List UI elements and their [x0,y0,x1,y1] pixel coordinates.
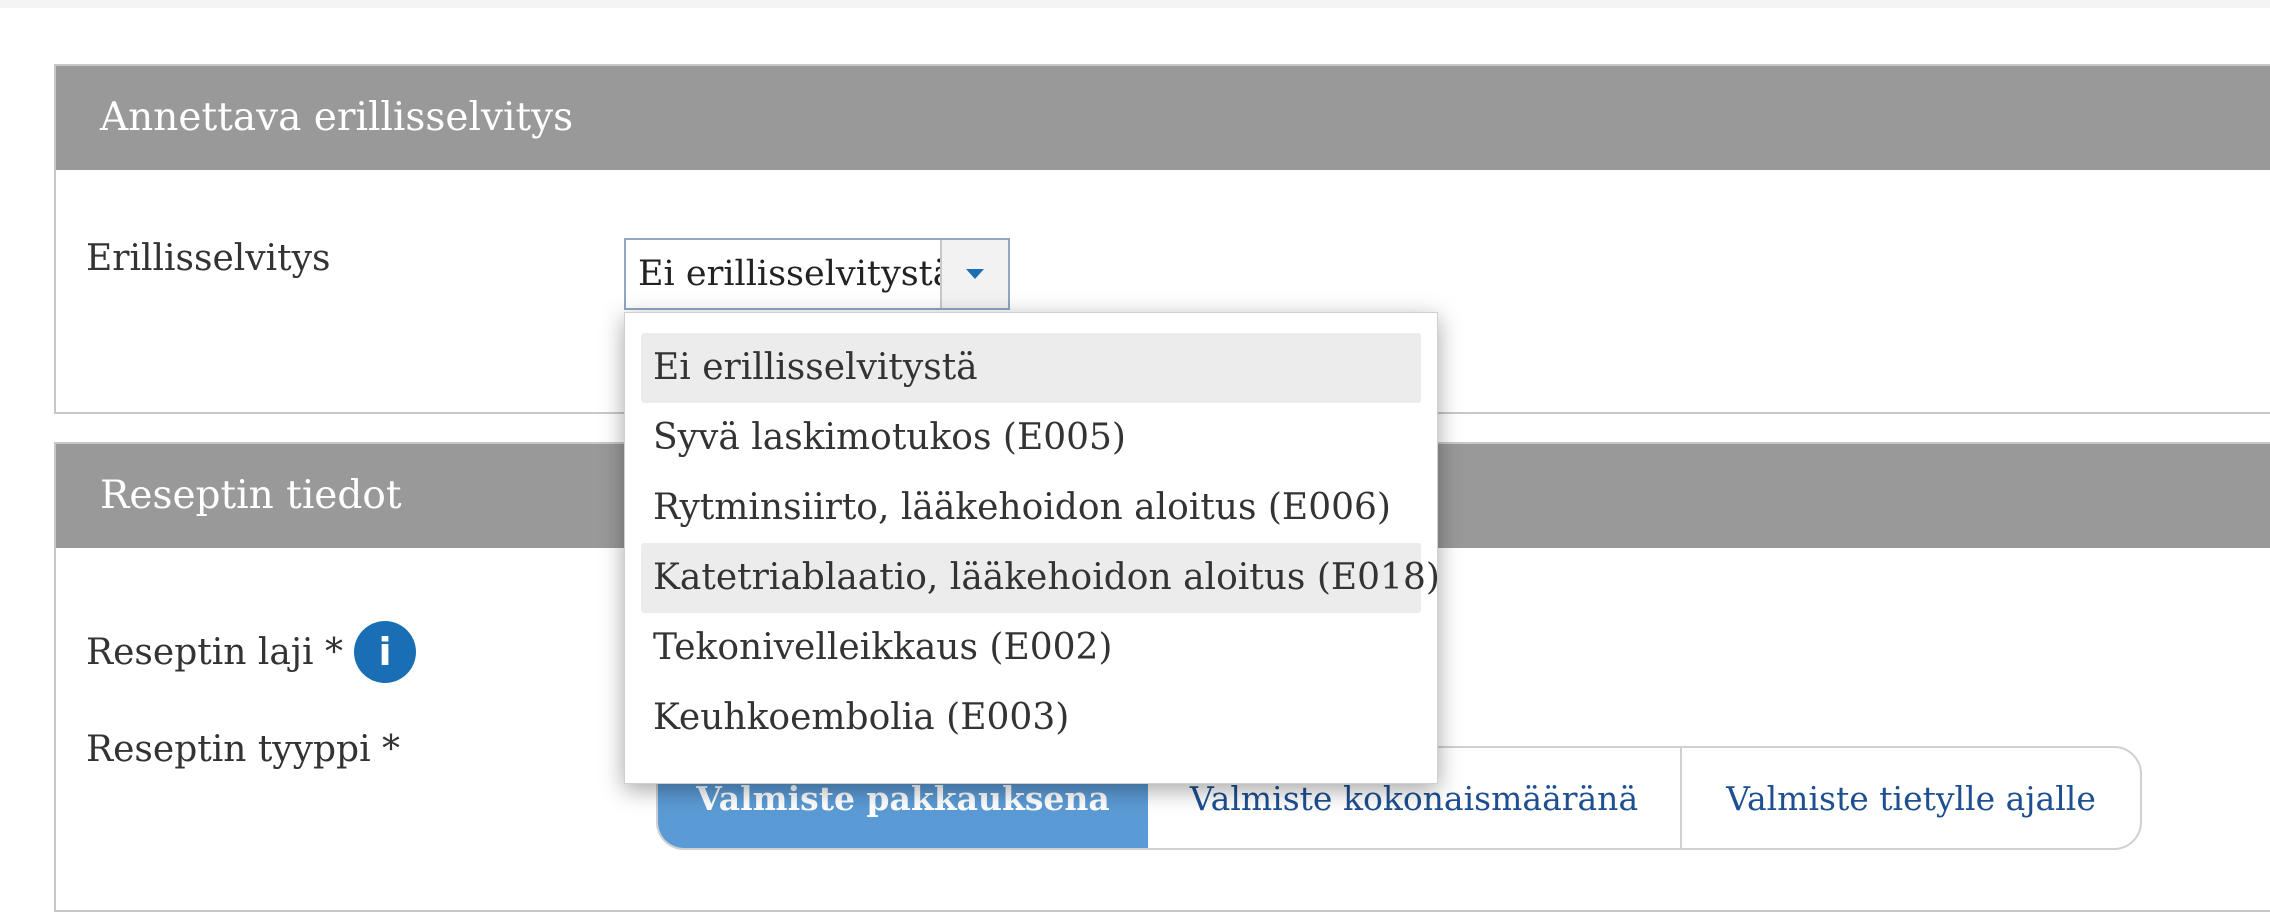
top-strip [0,0,2270,8]
dropdown-option-e018[interactable]: Katetriablaatio, lääkehoidon aloitus (E0… [641,543,1440,613]
dropdown-option-ei-erillisselvitysta[interactable]: Ei erillisselvitystä [641,333,1421,403]
erillisselvitys-select-value: Ei erillisselvitystä [638,254,940,294]
dropdown-option-e003[interactable]: Keuhkoembolia (E003) [641,683,1421,753]
info-icon[interactable]: i [354,621,416,683]
dropdown-option-e005[interactable]: Syvä laskimotukos (E005) [641,403,1421,473]
dropdown-option-e006[interactable]: Rytminsiirto, lääkehoidon aloitus (E006) [641,473,1421,543]
erillisselvitys-panel-title: Annettava erillisselvitys [56,66,2270,170]
segment-valmiste-tietylle-ajalle[interactable]: Valmiste tietylle ajalle [1682,748,2140,848]
reseptin-laji-label: Reseptin laji * [86,632,343,673]
dropdown-option-e002[interactable]: Tekonivelleikkaus (E002) [641,613,1421,683]
reseptin-tyyppi-label: Reseptin tyyppi * [86,729,401,770]
erillisselvitys-label: Erillisselvitys [86,238,331,279]
erillisselvitys-select[interactable]: Ei erillisselvitystä [624,238,1010,310]
erillisselvitys-dropdown-list: Ei erillisselvitystä Syvä laskimotukos (… [624,312,1440,784]
chevron-down-icon[interactable] [940,240,1008,308]
